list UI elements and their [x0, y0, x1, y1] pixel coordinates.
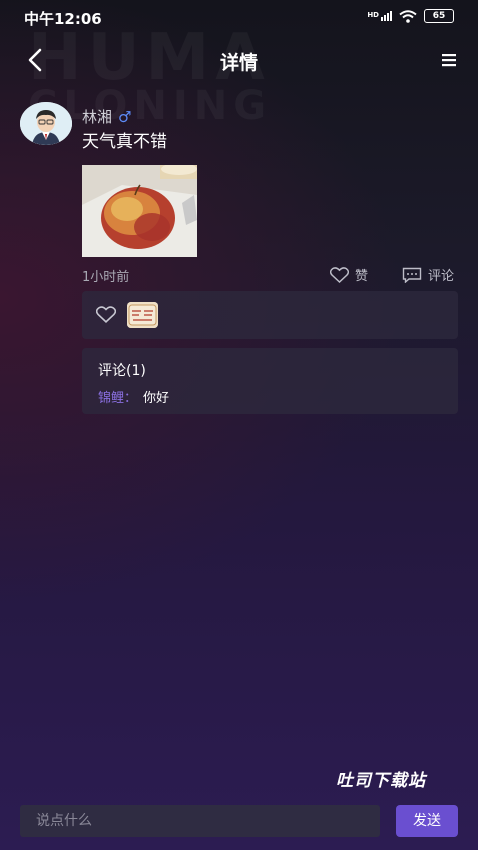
apple-photo: [82, 165, 197, 257]
heart-outline-icon: [330, 266, 349, 283]
comment-label: 评论: [428, 269, 455, 284]
heart-outline-icon: [96, 306, 116, 323]
wifi-icon: [399, 9, 417, 23]
network-type: HD: [367, 11, 379, 19]
watermark-text: 吐司下载站: [336, 771, 426, 791]
liker-avatar-image: [127, 302, 158, 328]
menu-icon[interactable]: [442, 53, 456, 67]
comments-panel: 评论(1) 锦鲤： 你好: [82, 348, 458, 414]
comment-bubble-icon: [402, 267, 422, 283]
author-name[interactable]: 林湘: [82, 106, 112, 127]
status-icons: HD 65: [367, 9, 454, 23]
comment-item[interactable]: 锦鲤： 你好: [98, 387, 169, 406]
top-nav-bar: 详情: [0, 40, 478, 80]
status-time: 中午12:06: [24, 10, 102, 28]
comments-title: 评论(1): [98, 363, 146, 379]
like-label: 赞: [355, 269, 369, 284]
post-content: 天气真不错: [82, 132, 167, 152]
battery-icon: 65: [424, 9, 454, 23]
like-button[interactable]: 赞: [330, 265, 368, 284]
liker-avatar[interactable]: [127, 302, 158, 328]
comment-input[interactable]: [20, 805, 380, 837]
comment-text: 你好: [143, 391, 170, 406]
status-bar: 中午12:06 HD 65: [0, 0, 478, 34]
page-title: 详情: [219, 52, 258, 74]
post-author-row: 林湘 ♂: [82, 106, 131, 127]
comment-author[interactable]: 锦鲤：: [98, 391, 137, 406]
post-time: 1小时前: [82, 270, 130, 285]
likes-panel: [82, 291, 458, 339]
avatar-portrait-icon: [20, 102, 72, 145]
avatar[interactable]: [20, 102, 72, 145]
comment-button[interactable]: 评论: [402, 265, 454, 284]
send-button[interactable]: 发送: [396, 805, 458, 837]
post-image[interactable]: [82, 165, 197, 257]
male-gender-icon: ♂: [118, 107, 132, 126]
signal-icon: HD: [367, 11, 392, 21]
